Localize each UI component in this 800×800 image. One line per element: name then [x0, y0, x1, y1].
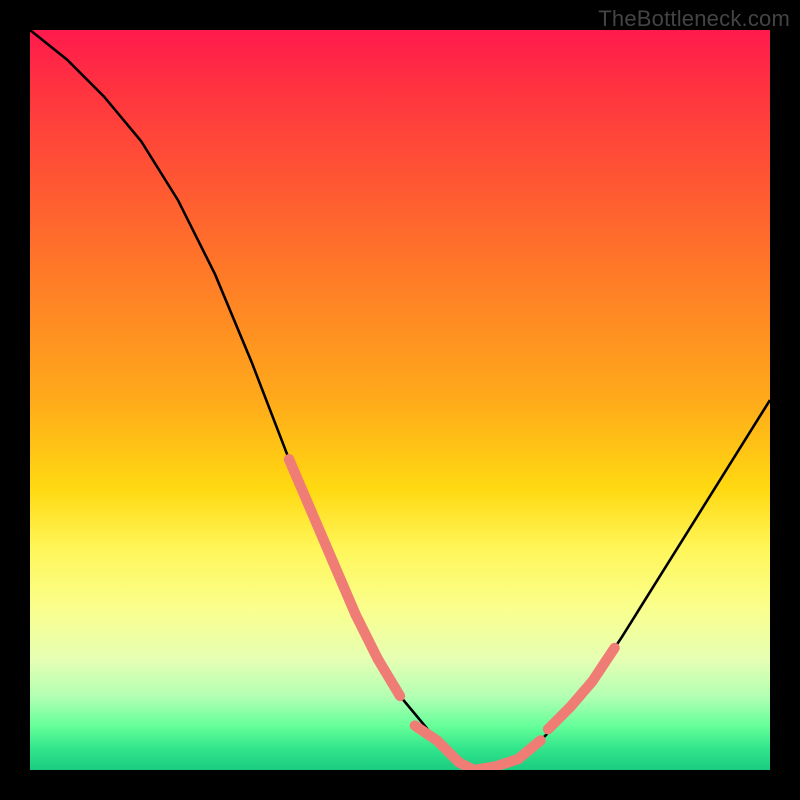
watermark-text: TheBottleneck.com: [598, 6, 790, 32]
highlight-dash: [592, 648, 614, 681]
highlight-dash: [333, 563, 355, 615]
chart-frame: TheBottleneck.com: [0, 0, 800, 800]
highlight-dash: [289, 459, 311, 511]
highlight-dash: [356, 615, 378, 659]
highlight-dash: [378, 659, 400, 696]
highlight-dash: [311, 511, 333, 563]
highlight-group: [289, 459, 615, 770]
highlight-dash: [518, 740, 540, 759]
curve-layer: [30, 30, 770, 770]
bottleneck-curve: [30, 30, 770, 770]
